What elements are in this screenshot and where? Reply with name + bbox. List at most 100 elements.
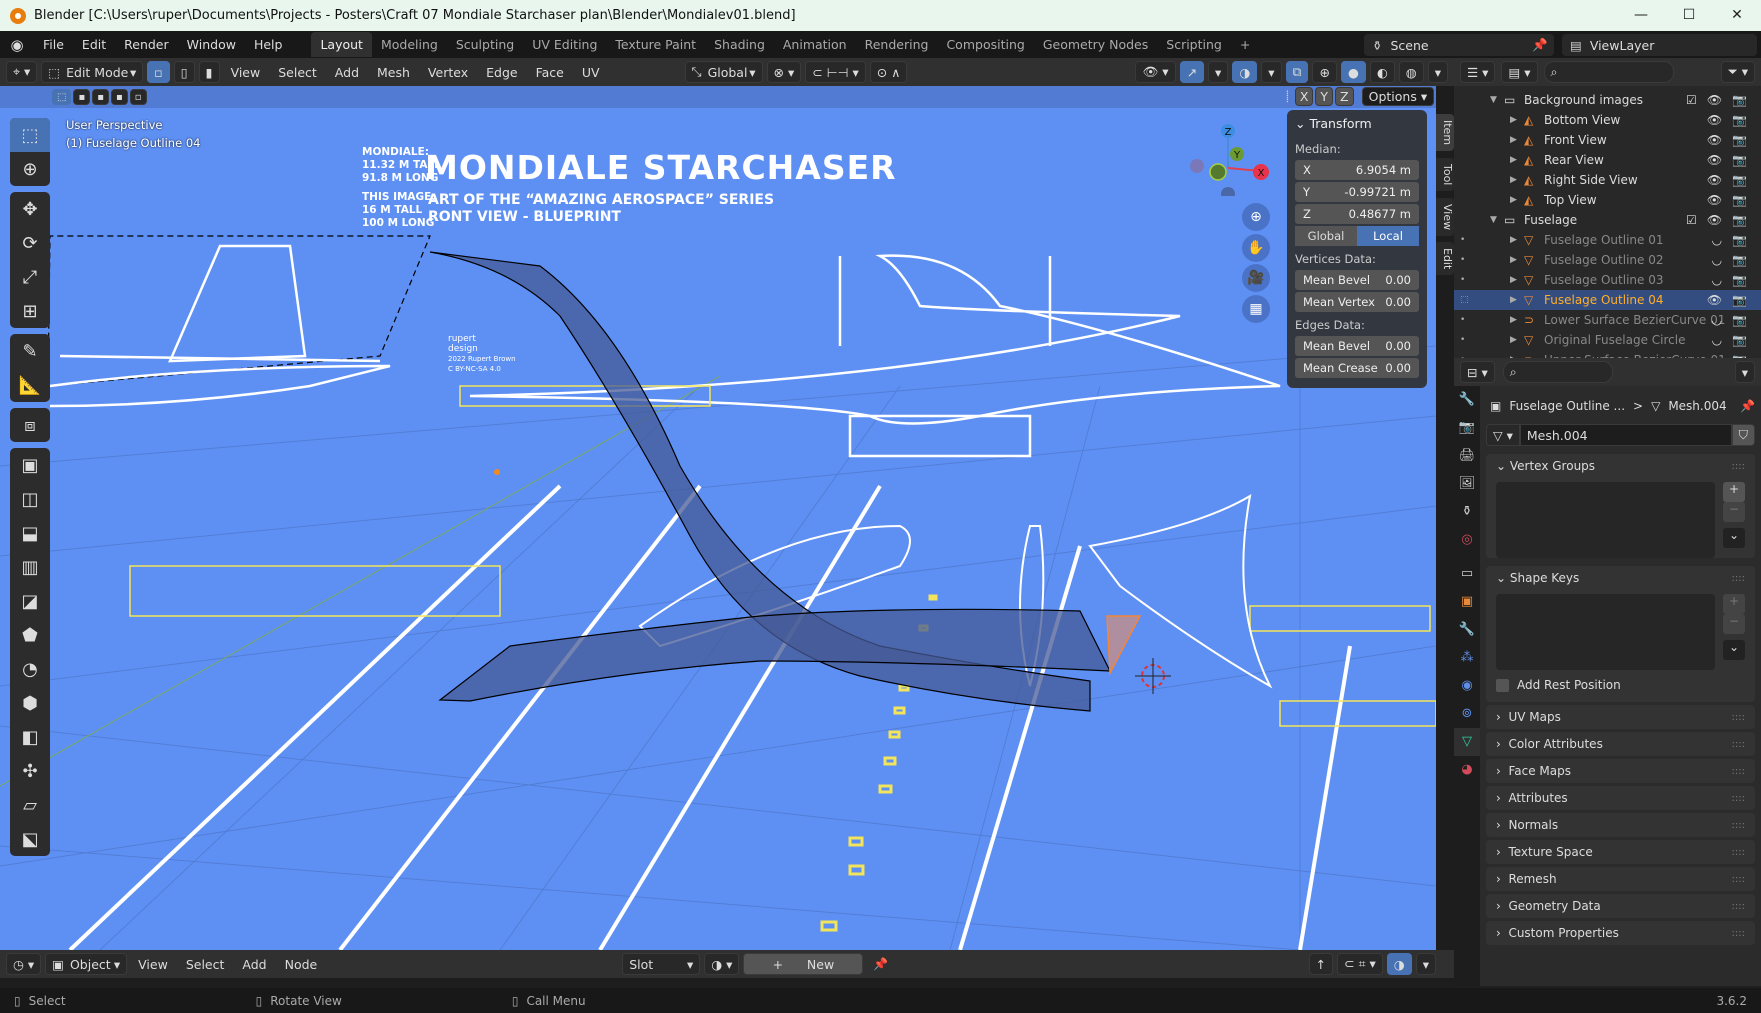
bottom-menu-add[interactable]: Add	[235, 957, 273, 972]
transform-orientation-dropdown[interactable]: ⤡ Global ▾	[684, 61, 763, 83]
snap-toggle[interactable]: ⊂ ⊢⊣ ▾	[805, 61, 866, 83]
panel-header[interactable]: › Geometry Data::::	[1486, 894, 1755, 918]
eye-icon[interactable]: 👁	[1707, 93, 1722, 107]
menu-file[interactable]: File	[34, 37, 73, 52]
tab-edit[interactable]: Edit	[1436, 242, 1454, 276]
scene-selector[interactable]: ⚱ Scene 📌	[1364, 34, 1554, 56]
tab-tool[interactable]: Tool	[1436, 158, 1454, 192]
editor-type-button[interactable]: ⌖ ▾	[6, 61, 38, 83]
scale-tool[interactable]: ⤢	[10, 260, 50, 294]
loop-cut-tool[interactable]: ▥	[10, 550, 50, 584]
eye-icon[interactable]: 👁	[1707, 133, 1722, 147]
hidden-eye-icon[interactable]: ◡	[1712, 333, 1722, 347]
camera-icon[interactable]: 🎥	[1242, 264, 1270, 292]
expand-icon[interactable]: ▶	[1510, 275, 1524, 285]
physics-tab-icon[interactable]: ◉	[1454, 672, 1480, 700]
tab-modeling[interactable]: Modeling	[372, 32, 447, 57]
tool-tab-icon[interactable]: 🔧	[1454, 386, 1480, 414]
tab-animation[interactable]: Animation	[774, 32, 856, 57]
constraints-tab-icon[interactable]: ⊚	[1454, 700, 1480, 728]
vertex-mean-bevel-field[interactable]: Mean Bevel 0.00	[1295, 270, 1419, 290]
xray-toggle[interactable]: ⧉	[1285, 61, 1309, 83]
expand-icon[interactable]: ▶	[1510, 335, 1524, 345]
bottom-editor-type[interactable]: ◷ ▾	[6, 953, 42, 975]
render-camera-icon[interactable]: 📷	[1732, 213, 1747, 227]
shading-solid[interactable]: ●	[1340, 61, 1366, 83]
annotate-tool[interactable]: ✎	[10, 334, 50, 368]
panel-header[interactable]: › UV Maps::::	[1486, 705, 1755, 729]
median-x-field[interactable]: X 6.9054 m	[1295, 160, 1419, 180]
poly-build-tool[interactable]: ⬟	[10, 618, 50, 652]
expand-icon[interactable]: ▶	[1510, 195, 1524, 205]
tab-geometry-nodes[interactable]: Geometry Nodes	[1034, 32, 1157, 57]
new-material-button[interactable]: + New	[743, 953, 864, 975]
panel-header[interactable]: › Normals::::	[1486, 813, 1755, 837]
modifier-tab-icon[interactable]: 🔧	[1454, 616, 1480, 644]
shape-keys-list[interactable]: + − ⌄	[1496, 594, 1745, 670]
eye-icon[interactable]: 👁	[1707, 213, 1722, 227]
menu-select[interactable]: Select	[271, 65, 324, 80]
properties-editor-type[interactable]: ⊟ ▾	[1460, 361, 1495, 383]
hidden-eye-icon[interactable]: ◡	[1712, 273, 1722, 287]
display-mode-dropdown[interactable]: ☰ ▾	[1460, 61, 1496, 83]
eye-icon[interactable]: 👁	[1707, 153, 1722, 167]
vertex-select-mode[interactable]: ▫	[147, 61, 170, 83]
gizmo-neg-z[interactable]	[1221, 187, 1235, 196]
outliner-row[interactable]: • ▶ ▽ Fuselage Outline 03 ◡ 📷	[1454, 270, 1761, 290]
eye-icon[interactable]: 👁	[1707, 193, 1722, 207]
render-camera-icon[interactable]: 📷	[1732, 333, 1747, 347]
outliner-row[interactable]: ▼ ▭ Background images ☑ 👁 📷	[1454, 90, 1761, 110]
proportional-edit-toggle[interactable]: ⊙ ∧	[869, 61, 908, 83]
shape-keys-header[interactable]: ⌄ Shape Keys::::	[1486, 566, 1755, 590]
rip-region-tool[interactable]: ⬕	[10, 822, 50, 856]
add-cube-tool[interactable]: ⧈	[10, 408, 50, 442]
visibility-dropdown[interactable]: 👁 ▾	[1135, 61, 1176, 83]
panel-header[interactable]: › Color Attributes::::	[1486, 732, 1755, 756]
mesh-data-tab-icon[interactable]: ▽	[1454, 728, 1480, 756]
render-camera-icon[interactable]: 📷	[1732, 273, 1747, 287]
panel-header[interactable]: › Texture Space::::	[1486, 840, 1755, 864]
object-tab-icon[interactable]: ▣	[1454, 588, 1480, 616]
outliner-row[interactable]: • ▶ ⊃ Lower Surface BezierCurve 01 ◡ 📷	[1454, 310, 1761, 330]
particles-tab-icon[interactable]: ⁂	[1454, 644, 1480, 672]
shading-rendered[interactable]: ◍	[1398, 61, 1424, 83]
tab-rendering[interactable]: Rendering	[856, 32, 938, 57]
view-layer-selector[interactable]: ▤ ViewLayer	[1562, 34, 1757, 56]
outliner-row[interactable]: ▼ ▭ Fuselage ☑ 👁 📷	[1454, 210, 1761, 230]
inset-tool[interactable]: ◫	[10, 482, 50, 516]
menu-help[interactable]: Help	[245, 37, 292, 52]
collapse-icon[interactable]: ▼	[1490, 95, 1504, 105]
render-camera-icon[interactable]: 📷	[1732, 253, 1747, 267]
render-camera-icon[interactable]: 📷	[1732, 93, 1747, 107]
panel-header[interactable]: › Custom Properties::::	[1486, 921, 1755, 945]
menu-edge[interactable]: Edge	[479, 65, 524, 80]
fake-user-shield-icon[interactable]: ⛉	[1731, 424, 1755, 446]
select-box-tool[interactable]: ⬚	[10, 118, 50, 152]
vertex-group-specials-button[interactable]: ⌄	[1723, 528, 1745, 548]
tab-shading[interactable]: Shading	[705, 32, 774, 57]
tab-item[interactable]: Item	[1436, 114, 1454, 152]
hidden-eye-icon[interactable]: ◡	[1712, 233, 1722, 247]
collection-tab-icon[interactable]: ▭	[1454, 560, 1480, 588]
expand-icon[interactable]: ▶	[1510, 135, 1524, 145]
outliner-row[interactable]: ⬚ ▶ ▽ Fuselage Outline 04 👁 📷	[1454, 290, 1761, 310]
shading-dropdown[interactable]: ▾	[1427, 61, 1448, 83]
tab-scripting[interactable]: Scripting	[1157, 32, 1231, 57]
filter-icon[interactable]: ⏷ ▾	[1720, 61, 1755, 83]
pin-icon[interactable]: 📌	[1740, 399, 1755, 413]
render-camera-icon[interactable]: 📷	[1732, 133, 1747, 147]
face-select-mode[interactable]: ▮	[198, 61, 220, 83]
knife-tool[interactable]: ◪	[10, 584, 50, 618]
overlay-dropdown[interactable]: ▾	[1261, 61, 1282, 83]
transform-panel-header[interactable]: ⌄ Transform	[1295, 116, 1419, 136]
cursor-tool[interactable]: ⊕	[10, 152, 50, 186]
expand-icon[interactable]: ▶	[1510, 295, 1524, 305]
render-tab-icon[interactable]: 📷	[1454, 414, 1480, 442]
eye-icon[interactable]: 👁	[1707, 113, 1722, 127]
mode-dropdown[interactable]: ⬚ Edit Mode ▾	[41, 61, 144, 83]
remove-shape-key-button[interactable]: −	[1723, 614, 1745, 634]
exclude-checkbox[interactable]: ☑	[1686, 213, 1697, 227]
menu-window[interactable]: Window	[178, 37, 245, 52]
add-shape-key-button[interactable]: +	[1723, 594, 1745, 614]
tab-view[interactable]: View	[1436, 198, 1454, 237]
